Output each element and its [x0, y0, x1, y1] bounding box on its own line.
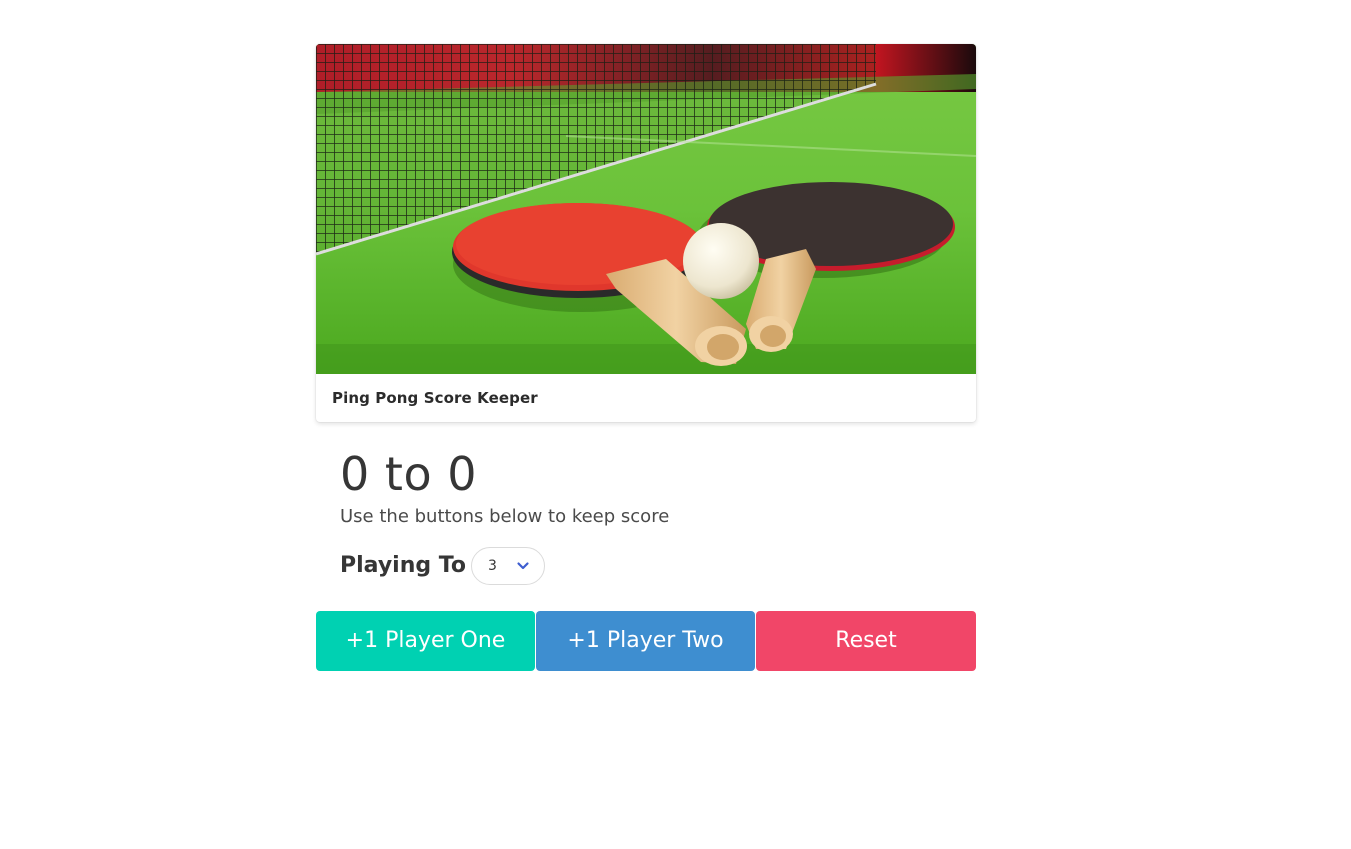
score-separator: to [384, 447, 433, 501]
score-content: 0 to 0 Use the buttons below to keep sco… [316, 449, 976, 586]
playing-to-select[interactable]: 3 [470, 546, 545, 585]
action-buttons: +1 Player One +1 Player Two Reset [316, 610, 976, 671]
player-two-score: 0 [447, 447, 477, 501]
score-subtitle: Use the buttons below to keep score [340, 505, 670, 527]
score-display: 0 to 0 [340, 449, 976, 500]
chevron-down-icon [517, 561, 529, 569]
card-footer-title: Ping Pong Score Keeper [332, 389, 538, 407]
card: Ping Pong Score Keeper [316, 44, 976, 422]
score-keeper-container: Ping Pong Score Keeper 0 to 0 Use the bu… [316, 44, 976, 671]
plus-one-player-one-button[interactable]: +1 Player One [316, 610, 535, 671]
player-one-score: 0 [340, 447, 370, 501]
ping-pong-image [316, 44, 976, 374]
plus-one-player-two-button[interactable]: +1 Player Two [536, 610, 755, 671]
playing-to-row: Playing To 3 [340, 546, 976, 586]
reset-button[interactable]: Reset [756, 610, 976, 671]
playing-to-selected-value: 3 [487, 557, 497, 574]
playing-to-label: Playing To [340, 553, 466, 579]
